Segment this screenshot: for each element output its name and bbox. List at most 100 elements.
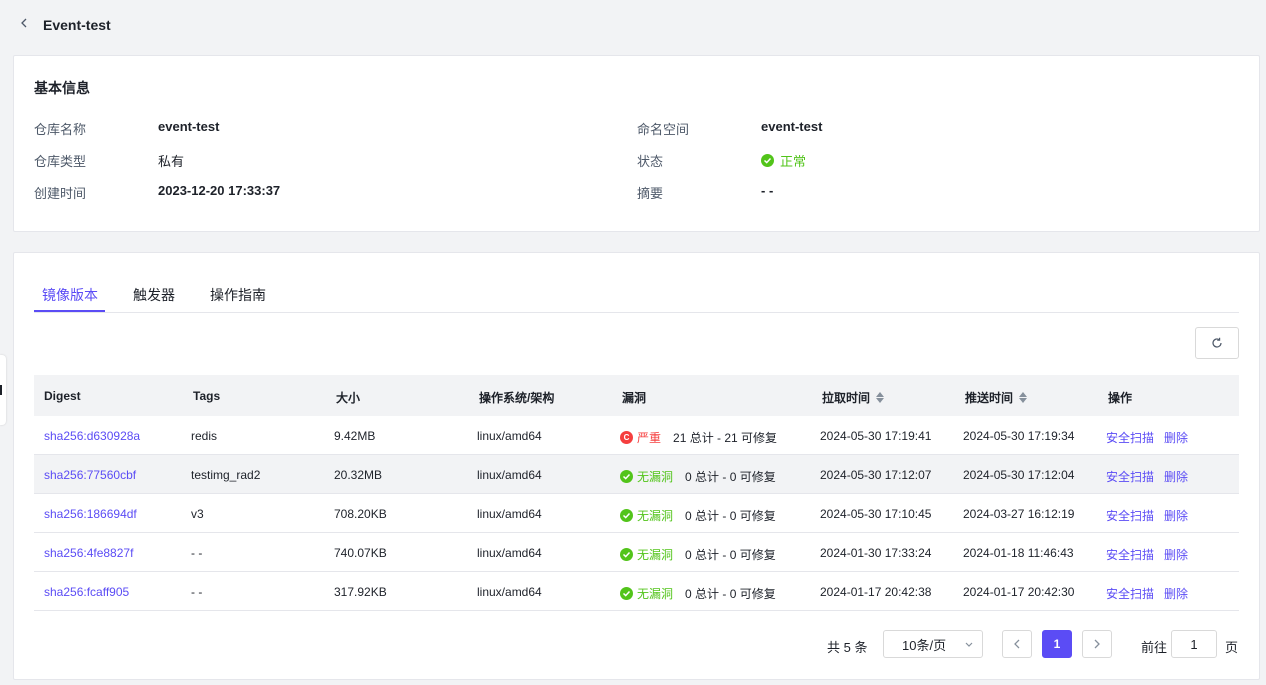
pulled-cell: 2024-05-30 17:19:41 (820, 429, 932, 443)
page-size-value: 10条/页 (902, 637, 947, 653)
size-cell: 20.32MB (334, 468, 383, 482)
scan-link[interactable]: 安全扫描 (1106, 470, 1154, 484)
created-time-value: 2023-12-20 17:33:37 (158, 183, 281, 198)
digest-link[interactable]: sha256:186694df (44, 507, 137, 521)
table-row: sha256:4fe8827f - - 740.07KB linux/amd64… (34, 533, 1239, 572)
summary-value: - - (761, 183, 774, 198)
status-label: 状态 (637, 154, 664, 169)
page-button-current[interactable]: 1 (1042, 630, 1072, 658)
digest-link[interactable]: sha256:fcaff905 (44, 585, 129, 599)
table-row: sha256:77560cbf testimg_rad2 20.32MB lin… (34, 455, 1239, 494)
table-row: sha256:186694df v3 708.20KB linux/amd64 … (34, 494, 1239, 533)
col-actions: 操作 (1108, 391, 1133, 405)
tags-cell: v3 (191, 507, 204, 521)
pushed-cell: 2024-01-17 20:42:30 (963, 585, 1075, 599)
chevron-down-icon (965, 642, 973, 647)
side-drawer-handle[interactable] (0, 355, 6, 425)
pulled-cell: 2024-05-30 17:10:45 (820, 507, 932, 521)
table-row: sha256:fcaff905 - - 317.92KB linux/amd64… (34, 572, 1239, 611)
repo-type-label: 仓库类型 (34, 154, 87, 169)
check-circle-icon (620, 548, 633, 561)
status-value: 正常 (780, 154, 807, 169)
scan-link[interactable]: 安全扫描 (1106, 548, 1154, 562)
basic-info-card: 基本信息 仓库名称 event-test 仓库类型 私有 创建时间 2023-1… (13, 55, 1260, 232)
total-count: 共 5 条 (827, 640, 868, 655)
section-title: 基本信息 (34, 80, 90, 96)
tags-cell: - - (191, 546, 203, 560)
image-versions-card: 镜像版本 触发器 操作指南 Digest Tags 大小 操作系统/架构 漏洞 … (13, 252, 1260, 680)
image-table: Digest Tags 大小 操作系统/架构 漏洞 拉取时间 推送时间 操作 s… (34, 375, 1239, 611)
os-cell: linux/amd64 (477, 546, 542, 560)
actions-cell: 安全扫描 删除 (1106, 507, 1198, 524)
vuln-count: 0 总计 - 0 可修复 (685, 470, 776, 484)
vuln-cell: 无漏洞 0 总计 - 0 可修复 (620, 585, 776, 602)
digest-link[interactable]: sha256:d630928a (44, 429, 140, 443)
tab-triggers[interactable]: 触发器 (133, 285, 175, 305)
vuln-status: 严重 (637, 431, 662, 445)
refresh-button[interactable] (1195, 327, 1239, 359)
critical-icon: C (620, 431, 633, 444)
actions-cell: 安全扫描 删除 (1106, 546, 1198, 563)
col-tags: Tags (193, 389, 221, 403)
delete-link[interactable]: 删除 (1164, 587, 1188, 601)
next-page-button[interactable] (1082, 630, 1112, 658)
col-os: 操作系统/架构 (479, 391, 555, 405)
tags-cell: testimg_rad2 (191, 468, 261, 482)
pulled-cell: 2024-01-17 20:42:38 (820, 585, 932, 599)
check-circle-icon (620, 587, 633, 600)
col-vuln: 漏洞 (622, 391, 647, 405)
os-cell: linux/amd64 (477, 507, 542, 521)
vuln-cell: 无漏洞 0 总计 - 0 可修复 (620, 546, 776, 563)
page-header: Event-test (0, 0, 1266, 50)
refresh-icon (1212, 337, 1222, 348)
vuln-cell: 无漏洞 0 总计 - 0 可修复 (620, 507, 776, 524)
delete-link[interactable]: 删除 (1164, 548, 1188, 562)
summary-label: 摘要 (637, 186, 664, 201)
page-title: Event-test (43, 17, 111, 33)
goto-page-input[interactable] (1171, 630, 1217, 658)
goto-label: 前往 (1141, 640, 1168, 655)
chevron-left-icon (1014, 639, 1020, 649)
check-circle-icon (620, 470, 633, 483)
size-cell: 708.20KB (334, 507, 387, 521)
scan-link[interactable]: 安全扫描 (1106, 431, 1154, 445)
size-cell: 9.42MB (334, 429, 376, 443)
tab-guide[interactable]: 操作指南 (210, 285, 266, 305)
digest-link[interactable]: sha256:4fe8827f (44, 546, 133, 560)
repo-name-label: 仓库名称 (34, 122, 87, 137)
page-size-select[interactable]: 10条/页 (883, 630, 983, 658)
pushed-cell: 2024-05-30 17:12:04 (963, 468, 1075, 482)
sort-icon[interactable] (1019, 392, 1028, 403)
size-cell: 740.07KB (334, 546, 387, 560)
scan-link[interactable]: 安全扫描 (1106, 587, 1154, 601)
tags-cell: redis (191, 429, 218, 443)
table-header: Digest Tags 大小 操作系统/架构 漏洞 拉取时间 推送时间 操作 (34, 375, 1239, 416)
table-row: sha256:d630928a redis 9.42MB linux/amd64… (34, 416, 1239, 455)
goto-suffix: 页 (1225, 640, 1239, 655)
sort-icon[interactable] (876, 392, 885, 403)
pagination: 共 5 条 10条/页 1 前往 页 (14, 629, 1261, 659)
status-badge: 正常 (761, 151, 806, 170)
scan-link[interactable]: 安全扫描 (1106, 509, 1154, 523)
col-pulled[interactable]: 拉取时间 (822, 389, 885, 406)
col-pushed[interactable]: 推送时间 (965, 389, 1028, 406)
repo-type-value: 私有 (158, 154, 185, 169)
chevron-right-icon (1094, 639, 1100, 649)
prev-page-button[interactable] (1002, 630, 1032, 658)
vuln-count: 0 总计 - 0 可修复 (685, 509, 776, 523)
vuln-count: 0 总计 - 0 可修复 (685, 548, 776, 562)
digest-link[interactable]: sha256:77560cbf (44, 468, 136, 482)
delete-link[interactable]: 删除 (1164, 509, 1188, 523)
pushed-cell: 2024-01-18 11:46:43 (963, 546, 1074, 560)
col-digest: Digest (44, 389, 81, 403)
namespace-value: event-test (761, 119, 823, 134)
tab-image-versions[interactable]: 镜像版本 (42, 285, 98, 305)
chevron-left-icon[interactable] (18, 15, 32, 31)
active-tab-indicator (34, 310, 105, 312)
actions-cell: 安全扫描 删除 (1106, 585, 1198, 602)
delete-link[interactable]: 删除 (1164, 470, 1188, 484)
col-pulled-label: 拉取时间 (822, 391, 871, 405)
check-circle-icon (620, 509, 633, 522)
delete-link[interactable]: 删除 (1164, 431, 1188, 445)
check-circle-icon (761, 154, 774, 167)
